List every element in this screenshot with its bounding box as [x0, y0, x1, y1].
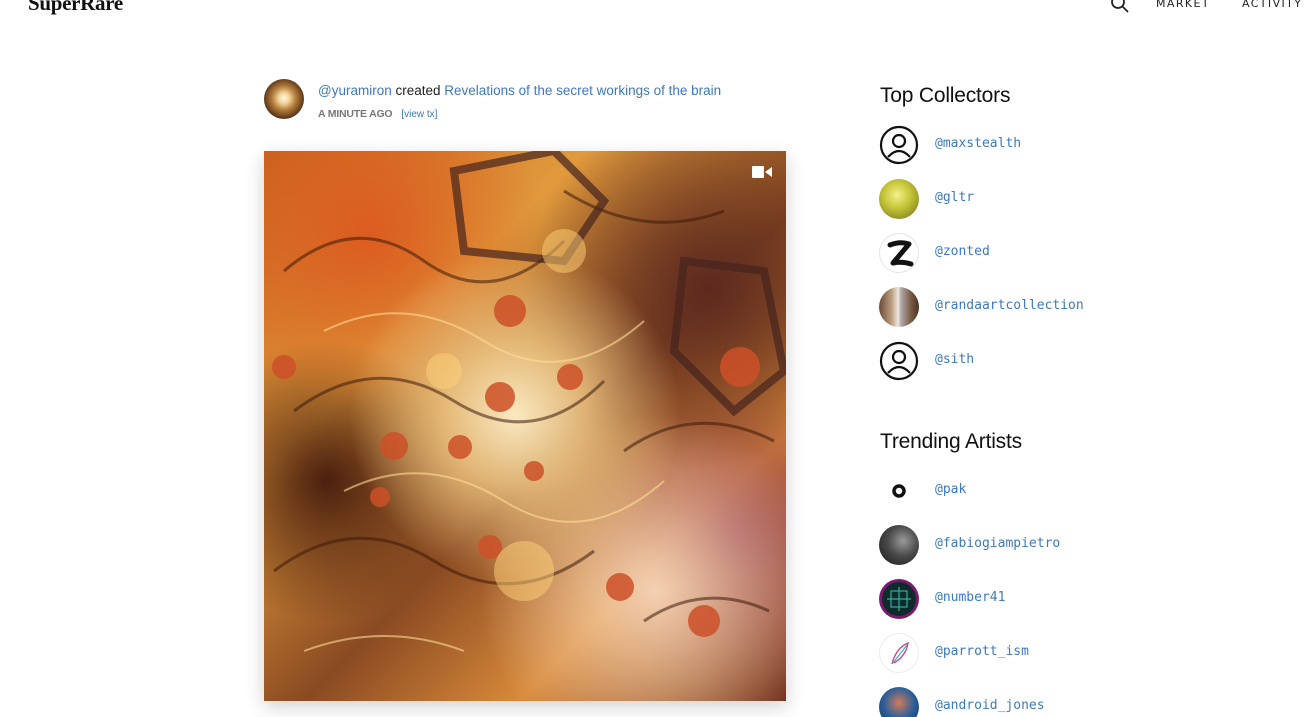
- artist-handle[interactable]: @fabiogiampietro: [935, 536, 1060, 551]
- collector-row[interactable]: @gltr: [879, 179, 1179, 219]
- artist-row[interactable]: @pak: [879, 471, 1179, 511]
- view-tx-link[interactable]: [view tx]: [401, 109, 437, 120]
- collector-handle[interactable]: @randaartcollection: [935, 298, 1084, 313]
- collector-row[interactable]: @randaartcollection: [879, 287, 1179, 327]
- avatar: [879, 687, 919, 717]
- nav-activity[interactable]: ACTIVITY: [1242, 0, 1302, 10]
- logo[interactable]: SuperRare: [28, 0, 123, 16]
- trending-artists-title: Trending Artists: [880, 430, 1022, 453]
- avatar: [879, 287, 919, 327]
- default-avatar-icon: [879, 125, 919, 165]
- collector-row[interactable]: @zonted: [879, 233, 1179, 273]
- top-collectors-title: Top Collectors: [880, 84, 1011, 107]
- artist-handle[interactable]: @pak: [935, 482, 966, 497]
- artist-row[interactable]: @number41: [879, 579, 1179, 619]
- collector-handle[interactable]: @sith: [935, 352, 974, 367]
- feed-verb: created: [395, 83, 441, 98]
- author-link[interactable]: @yuramiron: [318, 83, 392, 98]
- feather-avatar: [879, 633, 919, 673]
- pak-ring-avatar: [879, 471, 919, 511]
- feed-headline: @yuramiron created Revelations of the se…: [318, 83, 721, 98]
- artist-row[interactable]: @parrott_ism: [879, 633, 1179, 673]
- collector-handle[interactable]: @gltr: [935, 190, 974, 205]
- artist-handle[interactable]: @android_jones: [935, 698, 1045, 713]
- avatar: [879, 579, 919, 619]
- artwork-texture: [272, 151, 786, 652]
- artwork-image[interactable]: [264, 151, 786, 701]
- feed-meta: A MINUTE AGO [view tx]: [318, 108, 437, 120]
- author-avatar[interactable]: [264, 79, 304, 119]
- collector-row[interactable]: @maxstealth: [879, 125, 1179, 165]
- avatar: [879, 179, 919, 219]
- artist-row[interactable]: @android_jones: [879, 687, 1179, 717]
- artist-handle[interactable]: @parrott_ism: [935, 644, 1029, 659]
- collector-handle[interactable]: @zonted: [935, 244, 990, 259]
- artist-handle[interactable]: @number41: [935, 590, 1005, 605]
- nav-market[interactable]: MARKET: [1156, 0, 1210, 10]
- default-avatar-icon: [879, 341, 919, 381]
- artist-row[interactable]: @fabiogiampietro: [879, 525, 1179, 565]
- zonted-logo-avatar: [879, 233, 919, 273]
- search-icon[interactable]: [1110, 0, 1130, 14]
- video-icon: [752, 165, 772, 179]
- avatar: [879, 525, 919, 565]
- page: SuperRare MARKET ACTIVITY @yuramiron cre…: [0, 0, 1312, 717]
- feed-timestamp: A MINUTE AGO: [318, 108, 393, 120]
- collector-row[interactable]: @sith: [879, 341, 1179, 381]
- artwork-title-link[interactable]: Revelations of the secret workings of th…: [444, 83, 721, 98]
- collector-handle[interactable]: @maxstealth: [935, 136, 1021, 151]
